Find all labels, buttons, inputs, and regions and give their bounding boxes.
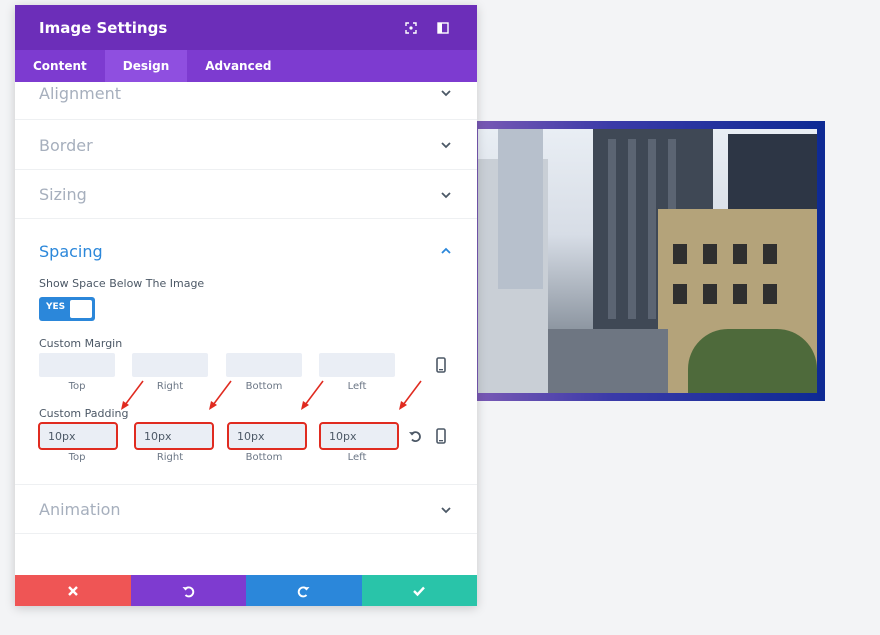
margin-bottom-label: Bottom [245,381,283,392]
padding-top-label: Top [68,452,86,463]
city-street-photo [478,129,817,393]
image-settings-panel: Image Settings Content Design Advanced A… [15,5,477,606]
custom-padding-row: 10px 10px 10px 10px Top Right Bottom Lef… [15,422,477,464]
undo-button[interactable] [130,575,246,606]
padding-top-input[interactable]: 10px [38,422,118,450]
padding-right-label: Right [156,452,184,463]
discard-button[interactable] [15,575,131,606]
padding-bottom-input[interactable]: 10px [227,422,307,450]
split-view-icon[interactable] [433,18,453,38]
section-spacing-header[interactable]: Spacing [15,219,477,283]
margin-top-input[interactable] [39,353,115,377]
panel-tabs: Content Design Advanced [15,50,477,82]
section-sizing[interactable]: Sizing [15,170,477,219]
margin-bottom-input[interactable] [226,353,302,377]
margin-left-input[interactable] [319,353,395,377]
annotation-arrow [121,380,144,410]
settings-sections: Alignment Border Sizing Spacing Show Spa… [15,82,477,575]
redo-button[interactable] [246,575,362,606]
custom-padding-label: Custom Padding [39,407,129,420]
mobile-icon[interactable] [434,357,448,373]
tab-design[interactable]: Design [104,50,188,82]
padding-bottom-label: Bottom [245,452,283,463]
undo-icon [182,586,195,597]
panel-footer [15,575,477,606]
chevron-down-icon [441,506,451,513]
save-button[interactable] [361,575,477,606]
image-preview-frame [472,121,825,401]
section-animation[interactable]: Animation [15,485,477,534]
section-alignment[interactable]: Alignment [15,82,477,120]
check-icon [413,586,426,596]
toggle-knob [70,300,92,318]
show-space-toggle[interactable]: YES [39,297,95,321]
redo-icon [297,586,310,597]
tab-advanced[interactable]: Advanced [187,50,289,82]
panel-header: Image Settings [15,5,477,50]
padding-right-input[interactable]: 10px [134,422,214,450]
chevron-down-icon [441,90,451,97]
annotation-arrow [209,380,232,410]
focus-icon[interactable] [401,18,421,38]
close-icon [67,585,78,596]
section-title-spacing: Spacing [39,241,103,261]
section-title-alignment: Alignment [39,83,121,103]
toggle-yes-label: YES [46,302,66,312]
margin-right-input[interactable] [132,353,208,377]
section-title-animation: Animation [39,500,121,519]
margin-left-label: Left [347,381,367,392]
reset-icon[interactable] [408,428,422,444]
section-border[interactable]: Border [15,120,477,170]
margin-top-label: Top [68,381,86,392]
mobile-icon[interactable] [434,428,448,444]
padding-left-label: Left [347,452,367,463]
section-spacing: Spacing Show Space Below The Image YES C… [15,219,477,485]
tab-content[interactable]: Content [15,50,105,82]
chevron-down-icon [441,191,451,198]
section-title-sizing: Sizing [39,185,87,204]
chevron-up-icon [441,247,451,254]
show-space-label: Show Space Below The Image [39,277,205,290]
section-title-border: Border [39,135,93,155]
annotation-arrow [301,380,324,410]
panel-title: Image Settings [39,18,168,37]
padding-left-input[interactable]: 10px [319,422,399,450]
custom-margin-label: Custom Margin [39,337,123,350]
chevron-down-icon [441,142,451,149]
annotation-arrow [399,380,422,410]
